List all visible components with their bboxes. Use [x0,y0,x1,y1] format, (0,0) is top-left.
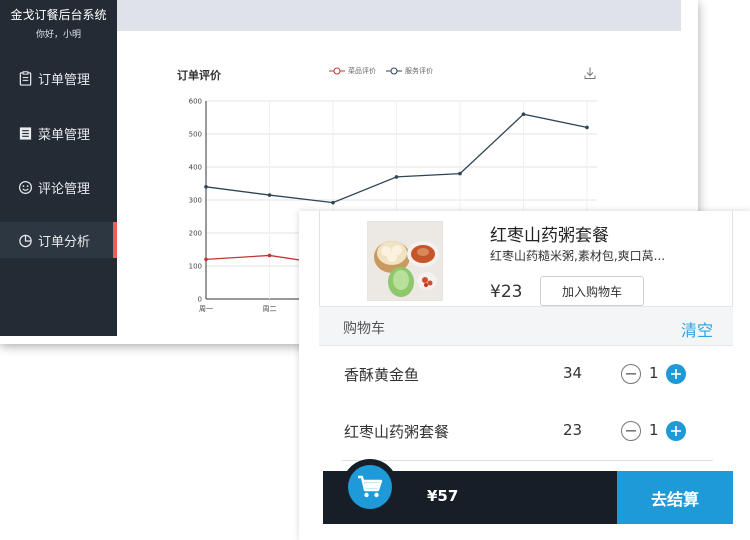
data-point [331,200,335,205]
download-icon[interactable] [583,66,597,80]
data-point [394,175,399,179]
decrease-quantity-button[interactable] [621,364,641,384]
product-name: 红枣山药粥套餐 [490,226,609,246]
cart-item-name: 香酥黄金鱼 [344,366,420,384]
chart-title: 订单评价 [177,69,221,82]
sidebar-item-label: 菜单管理 [38,127,91,143]
top-bar [117,0,681,31]
plus-icon [671,426,681,436]
minus-icon [626,430,636,432]
data-point [521,112,526,116]
legend-label: 菜品评价 [348,67,376,75]
product-card: 红枣山药粥套餐 红枣山药糙米粥,素材包,爽口莴... ¥23 加入购物车 [319,211,733,306]
product-image [367,221,443,301]
mobile-order-window: 红枣山药粥套餐 红枣山药糙米粥,素材包,爽口莴... ¥23 加入购物车 购物车… [299,211,750,540]
product-price: ¥23 [490,282,523,302]
y-tick-label: 500 [189,131,202,139]
sidebar-item-orders[interactable]: 订单管理 [0,60,117,96]
legend-marker-icon [329,67,345,75]
legend-item-service[interactable]: 服务评价 [386,66,433,76]
sidebar-item-menu[interactable]: 菜单管理 [0,115,117,151]
x-tick-label: 周一 [199,305,213,313]
cart-total: ¥57 [427,487,459,505]
cart-item: 香酥黄金鱼 34 1 [319,346,733,404]
cart-title: 购物车 [343,321,385,337]
y-tick-label: 400 [189,164,202,172]
sidebar-item-comments[interactable]: 评论管理 [0,169,117,205]
cart-item: 红枣山药粥套餐 23 1 [319,403,733,461]
x-tick-label: 周二 [263,305,277,313]
increase-quantity-button[interactable] [666,364,686,384]
product-description: 红枣山药糙米粥,素材包,爽口莴... [490,249,666,263]
cart-footer: ¥57 去结算 [323,459,733,524]
sidebar-item-label: 评论管理 [38,181,91,197]
cart-item-price: 23 [563,421,583,439]
cart-item-price: 34 [563,364,583,382]
plus-icon [671,369,681,379]
sidebar-item-order-analysis[interactable]: 订单分析 [0,222,117,258]
app-title: 金戈订餐后台系统 [10,8,107,22]
shopping-cart-icon [358,475,383,498]
cart-item-quantity: 1 [649,421,659,439]
cart-item-quantity: 1 [649,364,659,382]
cart-item-name: 红枣山药粥套餐 [344,423,450,441]
cart-button[interactable] [342,459,398,515]
user-greeting: 你好，小明 [35,30,81,40]
smile-icon [18,180,33,194]
legend-marker-icon [386,67,402,75]
decrease-quantity-button[interactable] [621,421,641,441]
data-point [204,185,208,189]
increase-quantity-button[interactable] [666,421,686,441]
cart-button-circle [348,465,392,509]
add-to-cart-button[interactable]: 加入购物车 [540,276,644,306]
clipboard-icon [19,70,32,86]
sidebar-item-label: 订单管理 [38,72,91,88]
pie-chart-icon [19,234,32,247]
clear-cart-button[interactable]: 清空 [681,317,713,341]
series-line-food [205,254,314,263]
row-divider [341,460,713,461]
y-tick-label: 100 [189,263,202,271]
sidebar-item-label: 订单分析 [38,234,91,250]
y-tick-label: 300 [189,197,202,205]
data-point [585,125,589,130]
food-photo-icon [368,222,442,300]
cart-header: 购物车 清空 [319,306,733,346]
minus-icon [626,373,636,375]
y-tick-label: 200 [189,230,202,238]
menu-list-icon [19,126,32,140]
data-point [267,253,272,258]
y-tick-label: 600 [189,98,202,106]
data-point [267,193,272,197]
chart-legend: 菜品评价 服务评价 [329,66,433,76]
legend-label: 服务评价 [405,67,433,75]
legend-item-food[interactable]: 菜品评价 [329,66,376,76]
y-tick-label: 0 [198,296,202,304]
data-point [458,171,462,176]
checkout-button[interactable]: 去结算 [617,471,733,524]
sidebar: 金戈订餐后台系统 你好，小明 订单管理 菜单管理 评论管理 订单分析 [0,0,117,336]
data-point [204,257,208,262]
